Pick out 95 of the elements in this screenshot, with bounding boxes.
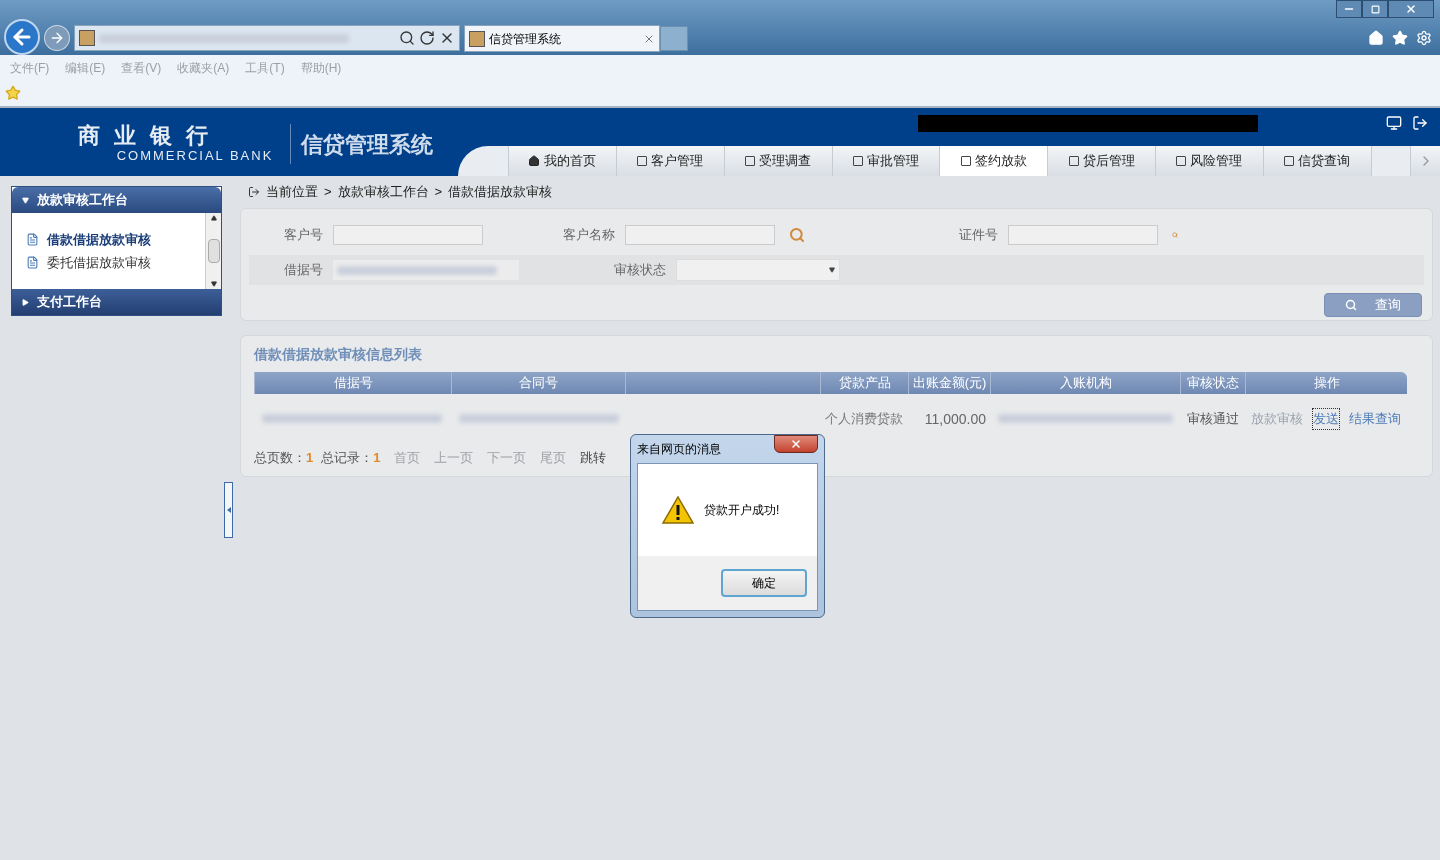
page-icon: [960, 156, 971, 166]
monitor-icon[interactable]: [1386, 115, 1402, 131]
lookup-icon[interactable]: [789, 227, 805, 243]
jump-label: 跳转: [580, 449, 607, 468]
sidebar-item-label: 委托借据放款审核: [47, 254, 151, 272]
field-label: 客户号: [283, 226, 324, 245]
page-icon: [1068, 156, 1079, 166]
nav-tab[interactable]: 签约放款: [939, 146, 1048, 176]
maximize-button[interactable]: [1362, 0, 1388, 18]
input-field[interactable]: [625, 225, 775, 245]
maximize-icon: [1370, 4, 1380, 14]
home-icon[interactable]: [1368, 30, 1384, 46]
favorites-icon[interactable]: [1392, 30, 1408, 46]
dialog-message: 贷款开户成功!: [704, 502, 780, 519]
minimize-button[interactable]: [1336, 0, 1362, 18]
breadcrumb-separator: >: [434, 183, 443, 202]
field-label: 审核状态: [613, 261, 667, 280]
column-header: 贷款产品: [820, 372, 908, 394]
close-button[interactable]: [774, 435, 818, 453]
table-cell-text: 11,000.00: [924, 409, 986, 429]
location-icon: [248, 186, 260, 198]
nav-tab[interactable]: 贷后管理: [1047, 146, 1156, 176]
forward-arrow-icon: [49, 30, 65, 46]
action-link[interactable]: 结果查询: [1349, 409, 1401, 429]
nav-tab[interactable]: 信贷查询: [1262, 146, 1371, 176]
browser-tab[interactable]: 信贷管理系统: [464, 25, 660, 52]
table-cell-text: 审核通过: [1186, 410, 1239, 429]
table-cell-text: 个人消费贷款: [824, 410, 904, 428]
nav-tab[interactable]: 审批管理: [831, 146, 940, 176]
breadcrumb-item[interactable]: 放款审核工作台: [337, 182, 429, 202]
close-icon: [1405, 3, 1417, 15]
forward-button[interactable]: [44, 25, 70, 51]
nav-tab[interactable]: 客户管理: [615, 146, 724, 176]
breadcrumb-separator: >: [324, 183, 332, 202]
page-icon: [745, 156, 756, 166]
sidebar-item-label: 借款借据放款审核: [47, 230, 151, 249]
column-header: 借据号: [254, 372, 451, 394]
nav-tab[interactable]: 风险管理: [1155, 146, 1263, 176]
sidebar-item[interactable]: 委托借据放款审核: [26, 253, 205, 273]
triangle-icon: [226, 507, 231, 513]
page-icon: [637, 156, 648, 166]
scroll-thumb[interactable]: [207, 239, 220, 263]
ok-button[interactable]: 确定: [721, 569, 807, 597]
search-icon: [1345, 299, 1357, 311]
list-title: 借款借据放款审核信息列表: [254, 344, 423, 364]
page-icon: [1284, 156, 1295, 166]
record-count-label: 总记录：1: [321, 449, 381, 468]
sidebar-group-header[interactable]: 支付工作台: [12, 289, 221, 315]
dropdown-icon: [829, 267, 835, 273]
close-button[interactable]: [1388, 0, 1434, 18]
page-icon: [852, 156, 863, 166]
page-icon: [1176, 156, 1187, 166]
column-header: 合同号: [451, 372, 625, 394]
document-icon: [26, 256, 39, 270]
system-title: 信贷管理系统: [301, 131, 433, 159]
field-label: 证件号: [958, 226, 999, 245]
dialog-title: 来自网页的消息: [637, 441, 721, 458]
home-icon: [528, 155, 541, 167]
breadcrumb-item: 当前位置: [266, 183, 318, 202]
scrollbar[interactable]: [205, 213, 221, 289]
warning-icon: [662, 496, 694, 524]
bank-logo-english: COMMERCIAL BANK: [116, 148, 274, 164]
action-link[interactable]: 发送: [1313, 409, 1339, 429]
triangle-icon: [22, 196, 29, 204]
input-field[interactable]: [1008, 225, 1158, 245]
input-field[interactable]: [333, 260, 519, 280]
field-label: 客户名称: [562, 226, 616, 245]
settings-icon[interactable]: [1416, 30, 1432, 46]
scroll-up-icon[interactable]: [210, 215, 217, 221]
column-header: 入账机构: [990, 372, 1180, 394]
column-header: 审核状态: [1180, 372, 1245, 394]
column-header: 出账金额(元): [908, 372, 990, 394]
triangle-icon: [22, 298, 29, 306]
input-field[interactable]: [333, 225, 483, 245]
refresh-icon[interactable]: [419, 30, 435, 46]
nav-tab[interactable]: 我的首页: [508, 146, 616, 176]
collapse-handle[interactable]: [224, 482, 233, 538]
page-icon: [469, 30, 485, 47]
field-label: 借据号: [283, 261, 324, 280]
bank-logo-text: 商 业 银 行: [77, 124, 213, 148]
close-icon: [790, 438, 802, 450]
select-field[interactable]: [676, 259, 840, 281]
tab-title: 信贷管理系统: [489, 30, 561, 48]
page-icon: [79, 30, 95, 46]
page-count-label: 总页数：1: [254, 449, 314, 468]
document-icon: [26, 232, 39, 246]
breadcrumb-item[interactable]: 借款借据放款审核: [448, 182, 553, 202]
logout-icon[interactable]: [1412, 115, 1428, 131]
back-button[interactable]: [4, 19, 40, 55]
scroll-down-icon[interactable]: [210, 281, 217, 287]
search-icon[interactable]: [399, 30, 415, 46]
sidebar-group-header[interactable]: 放款审核工作台: [12, 187, 221, 213]
sidebar-item[interactable]: 借款借据放款审核: [26, 229, 205, 249]
nav-tab[interactable]: 受理调查: [723, 146, 832, 176]
column-header: 操作: [1245, 372, 1407, 394]
